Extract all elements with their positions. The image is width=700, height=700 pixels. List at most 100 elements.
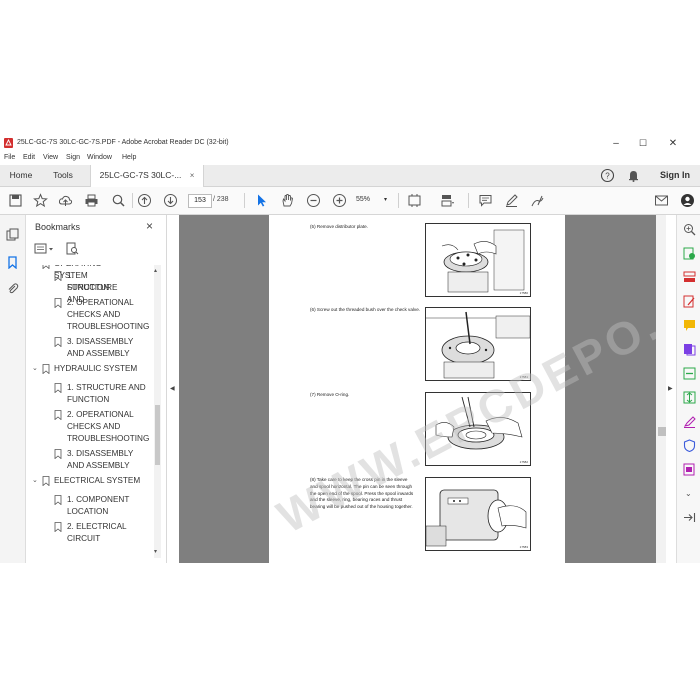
collapse-right-panel-icon[interactable]: ▶ <box>668 385 673 392</box>
create-pdf-icon[interactable] <box>683 463 696 476</box>
tab-document[interactable]: 25LC-GC-7S 30LC-... × <box>90 165 204 187</box>
bookmark-label: 3. DISASSEMBLY <box>67 449 134 458</box>
instruction-step: (6) Screw out the threaded bush over the… <box>310 307 421 312</box>
bookmark-icon <box>42 265 50 269</box>
collapse-chevron-icon[interactable]: ⌄ <box>32 475 38 487</box>
fit-page-icon[interactable] <box>407 193 422 208</box>
close-window-button[interactable]: ✕ <box>660 136 686 151</box>
scroll-down-icon[interactable]: ▾ <box>154 548 157 555</box>
scroll-up-icon[interactable]: ▴ <box>154 267 157 274</box>
bookmark-label: ELECTRICAL SYSTEM <box>54 476 141 485</box>
save-icon[interactable] <box>8 193 23 208</box>
tab-tools[interactable]: Tools <box>42 165 84 186</box>
bookmark-icon <box>54 298 62 308</box>
account-icon[interactable] <box>680 193 695 208</box>
organize-pages-icon[interactable] <box>683 271 696 284</box>
tab-home[interactable]: Home <box>0 165 42 186</box>
bookmarks-scroll-thumb[interactable] <box>155 405 160 465</box>
toolbar-separator <box>132 193 133 208</box>
email-icon[interactable] <box>654 193 669 208</box>
sign-pen-icon[interactable] <box>530 193 545 208</box>
bookmark-star-icon[interactable] <box>33 193 48 208</box>
bookmark-label-line2: FUNCTION <box>67 283 110 292</box>
upload-cloud-icon[interactable] <box>58 193 73 208</box>
attachment-icon[interactable] <box>6 282 19 295</box>
protect-shield-icon[interactable] <box>683 439 696 452</box>
document-viewer[interactable]: (5) Remove distributor plate. 17580 (6) … <box>179 215 656 563</box>
tab-document-label: 25LC-GC-7S 30LC-... <box>99 170 182 180</box>
bookmark-label-line2: CHECKS AND <box>67 422 121 431</box>
chevron-down-icon[interactable]: ⌄ <box>685 489 692 498</box>
comment-tool-icon[interactable] <box>683 319 696 332</box>
maximize-button[interactable]: ☐ <box>630 136 656 151</box>
bookmark-icon <box>54 337 62 347</box>
bookmark-label-line2: CIRCUIT <box>67 534 101 543</box>
document-scrollbar[interactable] <box>656 215 666 563</box>
bookmark-label: 1. STRUCTURE AND <box>67 383 146 392</box>
menu-help[interactable]: Help <box>122 154 136 161</box>
collapse-chevron-icon[interactable]: ⌄ <box>32 265 38 270</box>
bookmark-options-icon[interactable] <box>34 243 56 255</box>
menu-bar: File Edit View Sign Window Help <box>0 152 700 165</box>
bookmark-label: 2. OPERATIONAL <box>67 298 134 307</box>
help-icon[interactable]: ? <box>600 168 615 183</box>
hand-tool-icon[interactable] <box>280 193 295 208</box>
scan-ocr-icon[interactable] <box>683 367 696 380</box>
select-cursor-icon[interactable] <box>254 193 269 208</box>
document-scroll-thumb[interactable] <box>658 427 666 436</box>
page-number-input[interactable]: 153 <box>188 194 212 208</box>
window-title: 25LC-GC-7S 30LC-GC-7S.PDF - Adobe Acroba… <box>17 139 229 146</box>
pdf-page: (5) Remove distributor plate. 17580 (6) … <box>269 215 656 563</box>
scroll-mode-icon[interactable] <box>440 193 455 208</box>
acrobat-window: 25LC-GC-7S 30LC-GC-7S.PDF - Adobe Acroba… <box>0 135 700 563</box>
zoom-in-icon[interactable] <box>332 193 347 208</box>
find-bookmark-icon[interactable] <box>66 242 79 255</box>
compress-pdf-icon[interactable] <box>683 391 696 404</box>
bookmark-label: HYDRAULIC SYSTEM <box>54 364 138 373</box>
zoom-search-icon[interactable] <box>683 223 696 236</box>
tab-close-button[interactable]: × <box>190 171 195 180</box>
comment-icon[interactable] <box>478 193 493 208</box>
minimize-button[interactable]: – <box>603 136 629 151</box>
menu-sign[interactable]: Sign <box>66 154 80 161</box>
bookmark-label-line2: FUNCTION <box>67 395 110 404</box>
zoom-level-select[interactable]: 55% ▾ <box>356 194 392 206</box>
expand-panel-icon[interactable] <box>683 511 696 524</box>
bookmark-list: ⌄ OPERATING SYSTEM 1. STRUCTURE AND FUNC… <box>26 265 158 558</box>
search-icon[interactable] <box>111 193 126 208</box>
title-bar: 25LC-GC-7S 30LC-GC-7S.PDF - Adobe Acroba… <box>0 135 700 152</box>
collapse-chevron-icon[interactable]: ⌄ <box>32 363 38 375</box>
page-thumbnails-icon[interactable] <box>6 228 19 241</box>
zoom-out-icon[interactable] <box>306 193 321 208</box>
notification-bell-icon[interactable] <box>626 168 641 183</box>
bookmark-icon <box>54 271 62 281</box>
svg-text:?: ? <box>605 172 610 181</box>
chevron-down-icon: ▾ <box>384 197 388 203</box>
close-panel-button[interactable]: × <box>146 219 153 233</box>
figure-number: 17583 <box>519 545 528 549</box>
combine-files-icon[interactable] <box>683 343 696 356</box>
bookmark-label-line3: TROUBLESHOOTING <box>67 434 150 443</box>
menu-edit[interactable]: Edit <box>23 154 35 161</box>
export-pdf-icon[interactable] <box>683 247 696 260</box>
next-page-icon[interactable] <box>163 193 178 208</box>
collapse-left-panel-icon[interactable]: ◀ <box>170 385 176 395</box>
menu-window[interactable]: Window <box>87 154 112 161</box>
main-toolbar: 153 / 238 55% ▾ <box>0 187 700 215</box>
menu-view[interactable]: View <box>43 154 58 161</box>
print-icon[interactable] <box>84 193 99 208</box>
step-figure: 17580 <box>425 223 531 297</box>
previous-page-icon[interactable] <box>137 193 152 208</box>
spool-sleeve-illustration <box>426 489 527 547</box>
bookmark-icon <box>42 364 50 374</box>
bookmark-label-line2: AND ASSEMBLY <box>67 461 130 470</box>
highlight-pen-icon[interactable] <box>504 193 519 208</box>
bookmark-icon <box>54 522 62 532</box>
sign-in-button[interactable]: Sign In <box>660 170 690 180</box>
right-tools-rail: ⌄ <box>676 215 700 563</box>
menu-file[interactable]: File <box>4 154 15 161</box>
fill-sign-icon[interactable] <box>683 415 696 428</box>
edit-pdf-icon[interactable] <box>683 295 696 308</box>
bookmark-label: 1. COMPONENT <box>67 495 130 504</box>
bookmark-icon[interactable] <box>6 256 19 269</box>
